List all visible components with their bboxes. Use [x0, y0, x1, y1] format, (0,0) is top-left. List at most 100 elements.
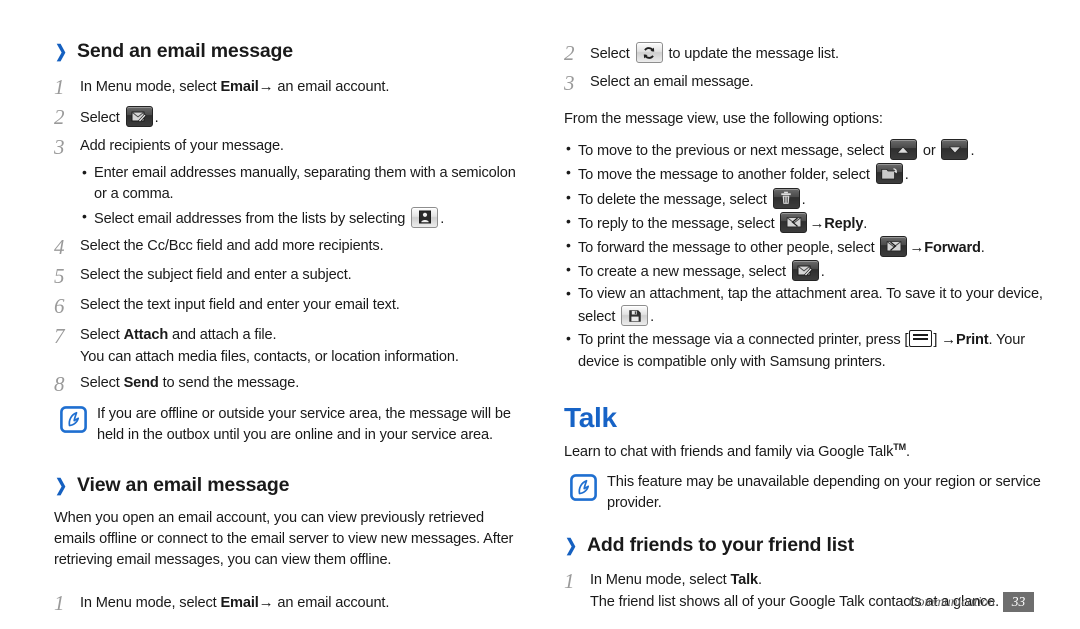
list-item: To move to the previous or next message,… [564, 138, 1046, 162]
list-item-bold-term: Print [956, 332, 989, 349]
step-item: 5 Select the subject field and enter a s… [54, 263, 524, 290]
talk-intro-after: . [905, 443, 910, 460]
step-text-after: to send the message. [158, 374, 300, 391]
list-item-text-after: . [801, 191, 806, 208]
compose-email-icon [791, 260, 819, 281]
list-item: To view an attachment, tap the attachmen… [564, 283, 1046, 328]
arrow-glyph: → [809, 214, 825, 232]
step-text: Select the subject field and enter a sub… [80, 267, 352, 284]
step-text-before: Select [80, 110, 124, 126]
step-number: 3 [564, 70, 575, 95]
section-heading-text: Add friends to your friend list [587, 533, 854, 556]
list-item: To print the message via a connected pri… [564, 328, 1046, 372]
step-text: Select Attach and attach a file. You can… [80, 323, 459, 368]
step-item: 2 Select . [54, 104, 524, 131]
list-item-text-after: . [820, 264, 825, 280]
list-item-text-before: To forward the message to other people, … [578, 239, 879, 256]
step-text-after: an email account. [273, 595, 390, 612]
step-item: 6 Select the text input field and enter … [54, 293, 524, 320]
vertical-spacer [564, 524, 1046, 534]
list-item: To reply to the message, select →Reply. [564, 211, 1046, 235]
step-text: Select to update the message list. [590, 40, 839, 65]
options-intro-paragraph: From the message view, use the following… [564, 111, 883, 128]
step-number: 8 [54, 371, 65, 396]
arrow-glyph: → [258, 78, 274, 96]
section-heading-add-friends: ❯ Add friends to your friend list [564, 534, 1046, 557]
manual-page: ❯ Send an email message 1 In Menu mode, … [0, 0, 1080, 629]
step-number: 5 [54, 264, 65, 289]
step-number: 1 [564, 569, 575, 594]
list-item-bold-term: Forward [924, 239, 981, 256]
left-column: ❯ Send an email message 1 In Menu mode, … [54, 40, 524, 620]
page-title-talk: Talk [564, 401, 617, 433]
step-item: 7 Select Attach and attach a file. You c… [54, 323, 524, 368]
options-bullet-list: To move to the previous or next message,… [564, 138, 1046, 373]
arrow-glyph: → [941, 331, 956, 349]
right-column: 2 Select to update the message list. 3 S… [564, 40, 1046, 620]
list-item-text-before: To move the message to another folder, s… [578, 167, 874, 184]
step-number: 6 [54, 293, 65, 318]
list-item-text-after: . [863, 215, 868, 232]
list-item-text-before: To print the message via a connected pri… [578, 332, 909, 349]
step-text-before: In Menu mode, select [80, 79, 221, 96]
arrow-down-icon [941, 139, 969, 161]
section-heading-view-email: ❯ View an email message [54, 474, 524, 497]
note-icon [570, 474, 598, 506]
footer-section-label: Communication [908, 594, 995, 609]
vertical-spacer [54, 580, 524, 590]
trademark-symbol: TM [893, 441, 906, 452]
menu-key-icon [909, 330, 933, 348]
page-footer: Communication 33 [909, 592, 1034, 612]
arrow-glyph: → [258, 594, 274, 612]
compose-email-icon [125, 106, 153, 127]
step-number: 2 [54, 105, 65, 129]
step-text: Select the Cc/Bcc field and add more rec… [80, 237, 384, 254]
chevron-right-icon: ❯ [565, 535, 577, 555]
step-text-after: and attach a file. [168, 326, 277, 343]
step-text-before: In Menu mode, select [590, 572, 731, 589]
list-item-text-before: To create a new message, select [578, 264, 790, 280]
section-heading-text: View an email message [77, 473, 290, 496]
section-intro-paragraph: When you open an email account, you can … [54, 510, 514, 569]
step-number: 1 [54, 591, 65, 616]
step-number: 7 [54, 323, 65, 348]
save-icon [621, 305, 649, 327]
list-item: To create a new message, select . [564, 259, 1046, 283]
footer-page-number: 33 [1003, 592, 1034, 612]
section-heading-send-email: ❯ Send an email message [54, 40, 524, 63]
step-item: 1 In Menu mode, select Email→ an email a… [54, 74, 524, 101]
step-text: Select Send to send the message. [80, 371, 299, 394]
list-item-text-after: . [904, 167, 909, 184]
arrow-up-icon [889, 139, 917, 161]
note-icon [60, 406, 88, 438]
step-text-before: Select [80, 326, 124, 343]
step-text: In Menu mode, select Email→ an email acc… [80, 590, 389, 614]
step-subtext: You can attach media files, contacts, or… [80, 348, 459, 365]
list-item-text-before: Select email addresses from the lists by… [94, 210, 410, 227]
step-text-after: an email account. [273, 79, 390, 96]
list-item-bold-term: Reply [824, 215, 864, 232]
section-heading-text: Send an email message [77, 40, 293, 62]
note-callout: If you are offline or outside your servi… [54, 403, 524, 445]
contacts-icon [411, 206, 439, 228]
list-item-text-bracket: ] [933, 332, 942, 349]
step-bold-term: Send [123, 374, 159, 391]
step-text-after: . [757, 572, 762, 589]
move-folder-icon [875, 163, 903, 185]
step-item: 4 Select the Cc/Bcc field and add more r… [54, 234, 524, 261]
chevron-right-icon: ❯ [55, 42, 67, 61]
step-text-before: In Menu mode, select [80, 595, 221, 612]
step-text: Select an email message. [590, 73, 754, 90]
list-item: Enter email addresses manually, separati… [80, 162, 524, 205]
step-item: 3 Add recipients of your message. [54, 134, 524, 161]
step-text: Select the text input field and enter yo… [80, 296, 400, 313]
step-bold-term: Email [220, 79, 259, 96]
vertical-spacer [564, 99, 1046, 109]
list-item-text-after: . [970, 143, 975, 160]
step-number: 4 [54, 234, 65, 259]
refresh-icon [635, 42, 663, 63]
step-bold-term: Attach [123, 326, 169, 343]
step-bold-term: Email [220, 595, 259, 612]
step-item: 3 Select an email message. [564, 70, 1046, 97]
step-item: 8 Select Send to send the message. [54, 371, 524, 398]
